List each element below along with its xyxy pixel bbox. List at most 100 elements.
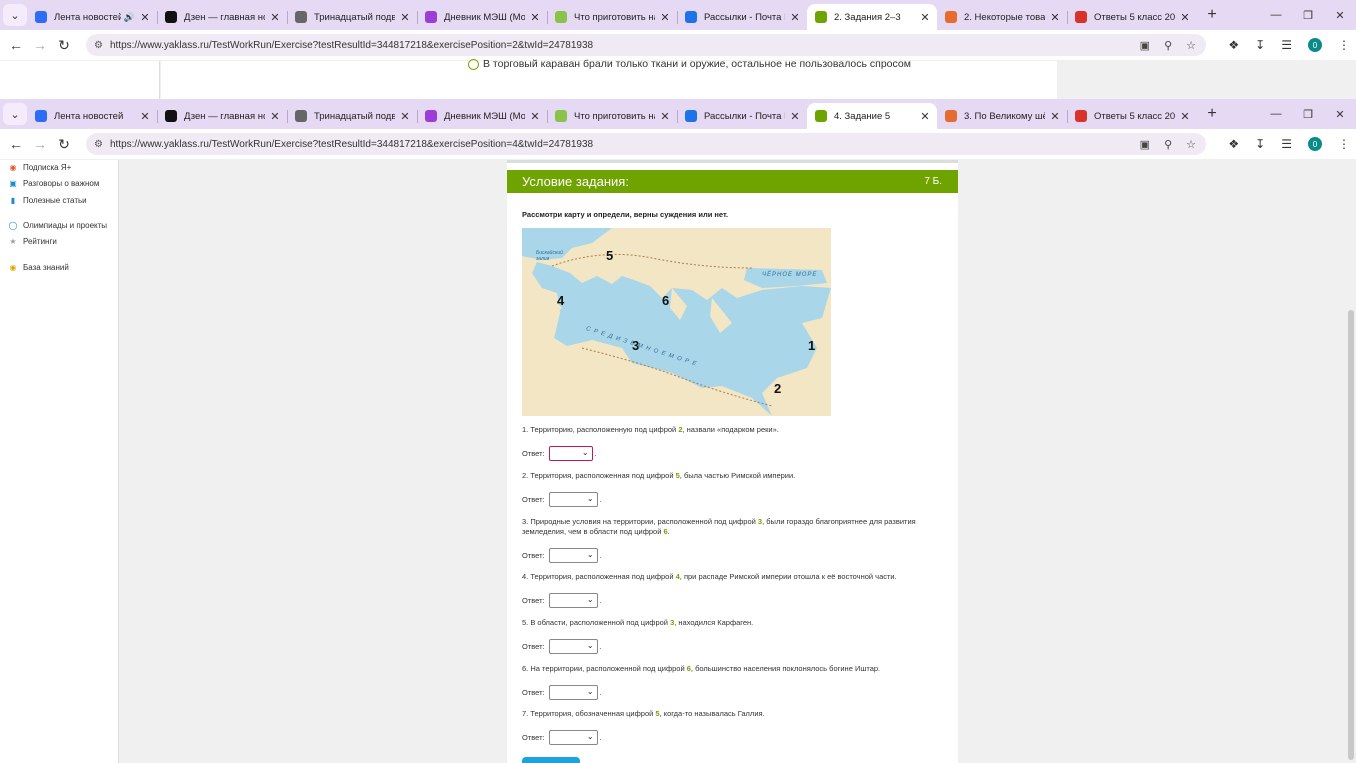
browser-tab[interactable]: Дневник МЭШ (Мос ✕ [417,103,547,129]
browser-tab[interactable]: Лента новостей 🔊 ✕ [27,4,157,30]
close-tab-icon[interactable]: ✕ [529,11,541,24]
forward-button[interactable]: → [28,37,52,53]
medal-icon: ◯ [8,220,18,230]
restore-button[interactable]: ❐ [1292,108,1324,121]
close-tab-icon[interactable]: ✕ [139,110,151,123]
browser-tab[interactable]: Что приготовить на ✕ [547,103,677,129]
sidebar-item-ratings[interactable]: ★ Рейтинги [8,236,56,246]
menu-icon[interactable]: ⋮ [1338,38,1350,52]
chevron-down-icon: ⌄ [586,687,594,696]
minimize-button[interactable]: — [1260,108,1292,121]
browser-tab[interactable]: Дневник МЭШ (Мос ✕ [417,4,547,30]
back-button[interactable]: ← [4,37,28,53]
close-tab-icon[interactable]: ✕ [789,11,801,24]
forward-button[interactable]: → [28,136,52,152]
window-controls: — ❐ ✕ [1260,9,1356,22]
sidebar-item-knowledge-base[interactable]: ◉ База знаний [8,262,69,272]
tab-search-button[interactable]: ⌄ [3,4,27,26]
back-tab-strip: ⌄ Лента новостей 🔊 ✕ Дзен — главная нов ✕ Три… [0,0,1356,30]
browser-tab[interactable]: 4. Задание 5 ✕ [807,103,937,129]
install-app-icon[interactable]: ▣ [1140,138,1150,151]
close-tab-icon[interactable]: ✕ [529,110,541,123]
close-tab-icon[interactable]: ✕ [659,11,671,24]
close-tab-icon[interactable]: ✕ [919,110,931,123]
browser-tab[interactable]: Рассылки - Почта М ✕ [677,4,807,30]
answer-select[interactable]: ⌄ [548,639,598,654]
browser-tab[interactable]: Тринадцатый подви ✕ [287,103,417,129]
site-info-icon[interactable]: ⚙ [94,40,103,51]
site-info-icon[interactable]: ⚙ [94,139,103,150]
media-icon[interactable]: ☰ [1281,137,1292,151]
close-tab-icon[interactable]: ✕ [659,110,671,123]
close-tab-icon[interactable]: ✕ [1049,11,1061,24]
close-tab-icon[interactable]: ✕ [919,11,931,24]
url-field[interactable]: ⚙ https://www.yaklass.ru/TestWorkRun/Exe… [86,133,1206,155]
scrollbar-thumb[interactable] [1348,310,1354,760]
close-tab-icon[interactable]: ✕ [1049,110,1061,123]
close-tab-icon[interactable]: ✕ [789,110,801,123]
browser-tab[interactable]: Дзен — главная нов ✕ [157,103,287,129]
browser-tab[interactable]: Тринадцатый подви ✕ [287,4,417,30]
close-tab-icon[interactable]: ✕ [269,110,281,123]
reload-button[interactable]: ↻ [52,136,76,153]
answer-select[interactable]: ⌄ [548,548,598,563]
profile-avatar[interactable]: 0 [1308,137,1322,151]
browser-tab[interactable]: Что приготовить на ✕ [547,4,677,30]
restore-button[interactable]: ❐ [1292,9,1324,22]
sidebar-item-subscription[interactable]: ◉ Подписка Я+ [8,162,72,172]
zoom-icon[interactable]: ⚲ [1164,138,1172,151]
sidebar-item-olympiads[interactable]: ◯ Олимпиады и проекты [8,220,108,230]
new-tab-button[interactable]: + [1201,4,1223,26]
radio-button[interactable] [468,58,479,70]
task-title: Условие задания: [522,174,629,189]
close-window-button[interactable]: ✕ [1324,108,1356,121]
browser-tab[interactable]: Ответы 5 класс 2025 ✕ [1067,103,1197,129]
close-tab-icon[interactable]: ✕ [399,11,411,24]
extensions-icon[interactable]: ❖ [1228,137,1239,151]
back-answer-option[interactable]: В торговый караван брали только ткани и … [468,58,911,70]
close-tab-icon[interactable]: ✕ [1179,110,1191,123]
answer-select[interactable]: ⌄ [548,685,598,700]
media-icon[interactable]: ☰ [1281,38,1292,52]
minimize-button[interactable]: — [1260,9,1292,22]
download-icon[interactable]: ↧ [1255,38,1265,52]
scrollbar[interactable] [1346,160,1356,763]
bookmark-star-icon[interactable]: ☆ [1186,138,1196,151]
browser-tab[interactable]: 3. По Великому шёл ✕ [937,103,1067,129]
menu-icon[interactable]: ⋮ [1338,137,1350,151]
close-tab-icon[interactable]: ✕ [1179,11,1191,24]
answer-label: Ответ: [522,642,545,651]
browser-tab[interactable]: 2. Задания 2–3 ✕ [807,4,937,30]
close-tab-icon[interactable]: ✕ [269,11,281,24]
browser-tab[interactable]: 2. Некоторые товар ✕ [937,4,1067,30]
browser-tab[interactable]: Рассылки - Почта М ✕ [677,103,807,129]
answer-select[interactable]: ⌄ [548,730,598,745]
submit-button[interactable] [522,757,580,763]
download-icon[interactable]: ↧ [1255,137,1265,151]
profile-avatar[interactable]: 0 [1308,38,1322,52]
browser-tab[interactable]: Дзен — главная нов ✕ [157,4,287,30]
tab-search-button[interactable]: ⌄ [3,103,27,125]
bookmark-star-icon[interactable]: ☆ [1186,39,1196,52]
close-tab-icon[interactable]: ✕ [399,110,411,123]
install-app-icon[interactable]: ▣ [1140,39,1150,52]
zoom-icon[interactable]: ⚲ [1164,39,1172,52]
sidebar-item-talks[interactable]: ▣ Разговоры о важном [8,178,99,188]
close-tab-icon[interactable]: ✕ [139,11,151,24]
answer-select[interactable]: ⌄ [548,446,593,461]
reload-button[interactable]: ↻ [52,37,76,54]
speaker-icon[interactable]: 🔊 [124,12,135,23]
browser-tab[interactable]: Ответы 5 класс 2025 ✕ [1067,4,1197,30]
tab-title: 4. Задание 5 [834,110,891,122]
extensions-icon[interactable]: ❖ [1228,38,1239,52]
question-part: , большинство населения поклонялось боги… [690,664,881,673]
back-button[interactable]: ← [4,136,28,152]
answer-select[interactable]: ⌄ [548,492,598,507]
new-tab-button[interactable]: + [1201,103,1223,125]
browser-tab[interactable]: Лента новостей ✕ [27,103,157,129]
url-field[interactable]: ⚙ https://www.yaklass.ru/TestWorkRun/Exe… [86,34,1206,56]
star-icon [555,110,567,122]
answer-select[interactable]: ⌄ [548,593,598,608]
sidebar-item-articles[interactable]: ▮ Полезные статьи [8,195,87,205]
close-window-button[interactable]: ✕ [1324,9,1356,22]
